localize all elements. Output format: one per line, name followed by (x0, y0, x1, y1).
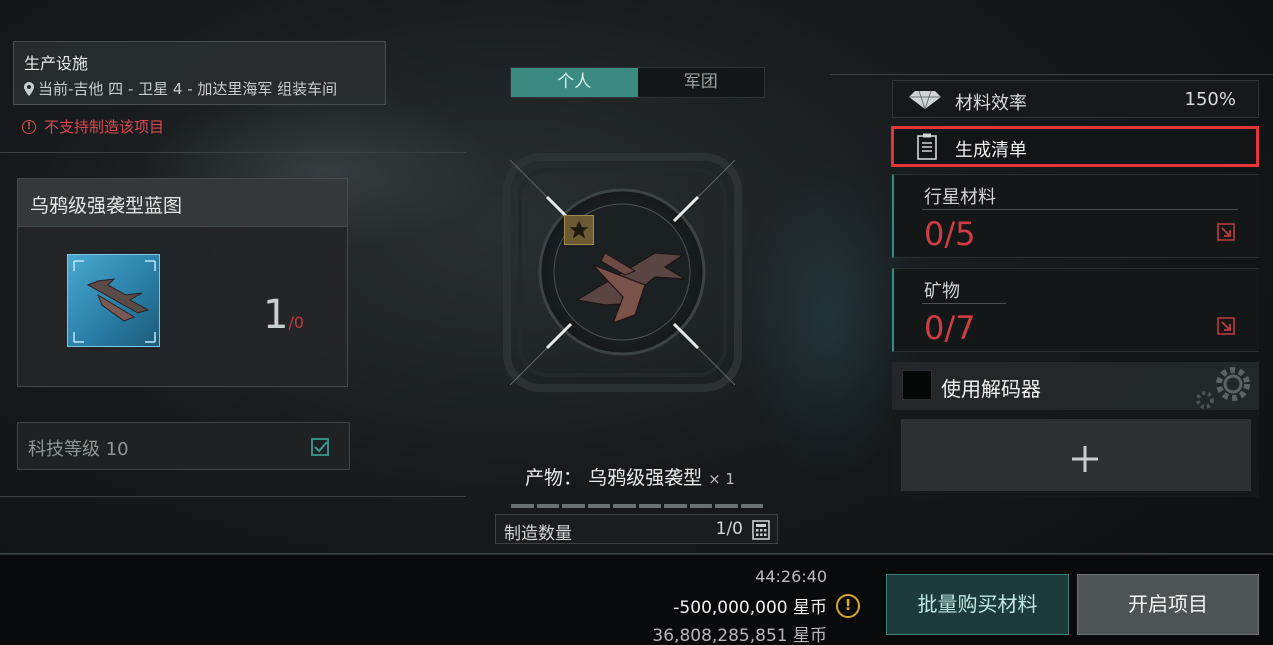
unsupported-warning-text: 不支持制造该项目 (44, 118, 165, 136)
location-pin-icon (24, 81, 34, 96)
generate-list-button[interactable]: 生成清单 (891, 126, 1259, 167)
material-efficiency-value: 150% (1184, 89, 1236, 110)
frame-line (0, 152, 466, 153)
divider (922, 209, 1238, 210)
gear-icon (1196, 367, 1250, 409)
ship-thumbnail-icon (73, 260, 156, 343)
quantity-field[interactable]: 制造数量 1/0 (495, 514, 778, 544)
cost-warning-icon[interactable]: ! (836, 594, 860, 618)
wallet-balance: 36,808,285,851 星币 (652, 626, 827, 645)
blueprint-image[interactable] (67, 254, 160, 347)
minerals-row[interactable]: 矿物 0/7 (892, 268, 1259, 352)
bulk-buy-materials-button[interactable]: 批量购买材料 (886, 574, 1069, 635)
decoder-row: 使用解码器 (892, 362, 1259, 410)
decoder-label: 使用解码器 (941, 377, 1041, 401)
plus-icon (1072, 446, 1098, 472)
quantity-segment-bar (511, 504, 763, 508)
facility-location-text: 当前-吉他 四 - 卫星 4 - 加达里海军 组装车间 (38, 80, 338, 98)
frame-line (0, 496, 466, 497)
blueprint-count-value: 1 (263, 292, 289, 338)
clipboard-icon (917, 133, 937, 160)
tech-level-label: 科技等级 10 (28, 439, 129, 460)
product-label: 产物： (525, 467, 583, 489)
material-efficiency-label: 材料效率 (955, 93, 1027, 114)
product-name: 乌鸦级强袭型 (588, 467, 703, 489)
product-emblem (503, 153, 742, 392)
tech-level-field[interactable]: 科技等级 10 (17, 422, 350, 470)
tab-personal[interactable]: 个人 (511, 68, 638, 97)
start-job-button[interactable]: 开启项目 (1077, 574, 1259, 635)
frame-line (830, 74, 1273, 75)
minerals-label: 矿物 (924, 281, 960, 302)
star-badge (564, 215, 594, 245)
request-materials-icon[interactable] (1215, 221, 1237, 243)
blueprint-runs: /0 (288, 313, 305, 332)
diamond-gem-icon (909, 91, 941, 109)
facility-title: 生产设施 (24, 54, 89, 73)
blueprint-card[interactable]: 乌鸦级强袭型蓝图 1/0 (17, 178, 348, 387)
job-duration: 44:26:40 (755, 567, 827, 586)
planetary-materials-row[interactable]: 行星材料 0/5 (892, 174, 1259, 258)
quantity-label: 制造数量 (504, 524, 572, 544)
warning-circle-icon: ! (22, 119, 36, 134)
owner-tabs: 个人 军团 (510, 67, 765, 98)
request-materials-icon[interactable] (1215, 315, 1237, 337)
calculator-icon[interactable] (751, 520, 771, 540)
product-multiplier: × 1 (708, 470, 735, 488)
facility-panel[interactable]: 生产设施 当前-吉他 四 - 卫星 4 - 加达里海军 组装车间 (13, 41, 386, 105)
decoder-slot (892, 410, 1259, 497)
facility-location: 当前-吉他 四 - 卫星 4 - 加达里海军 组装车间 (24, 78, 375, 99)
divider (922, 303, 1006, 304)
blueprint-title: 乌鸦级强袭型蓝图 (18, 179, 347, 227)
job-cost: -500,000,000 星币 (673, 598, 827, 618)
quantity-value: 1/0 (715, 519, 743, 539)
product-line: 产物： 乌鸦级强袭型 × 1 (525, 463, 735, 490)
material-efficiency-row: 材料效率 150% (892, 80, 1259, 118)
edit-check-icon[interactable] (309, 436, 331, 458)
unsupported-warning: ! 不支持制造该项目 (22, 116, 164, 137)
generate-list-label: 生成清单 (955, 140, 1027, 161)
tab-corporation[interactable]: 军团 (637, 68, 764, 97)
planetary-materials-value: 0/5 (924, 215, 976, 253)
blueprint-count: 1/0 (263, 292, 304, 338)
planetary-materials-label: 行星材料 (924, 187, 996, 208)
decoder-checkbox[interactable] (902, 370, 932, 400)
star-badge-icon (569, 220, 589, 239)
minerals-value: 0/7 (924, 309, 976, 347)
add-decoder-button[interactable] (901, 419, 1251, 491)
